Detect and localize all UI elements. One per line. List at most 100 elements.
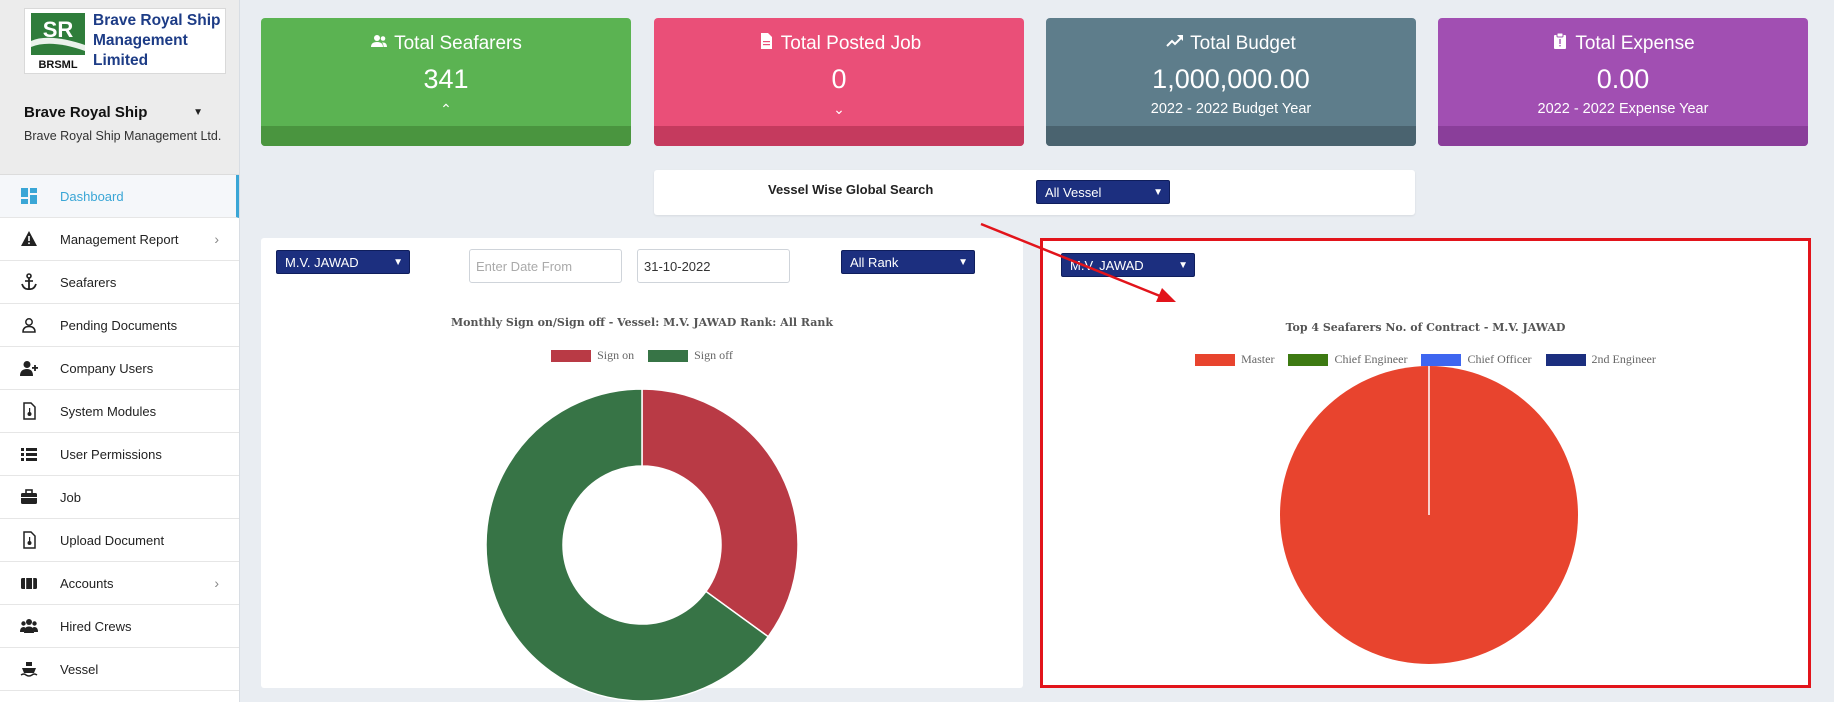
- user-organization: Brave Royal Ship Management Ltd.: [24, 129, 222, 143]
- legend-label: 2nd Engineer: [1591, 352, 1656, 366]
- chevron-right-icon: ›: [214, 575, 219, 591]
- sidebar-item-label: Job: [60, 489, 81, 505]
- anchor-icon: [18, 272, 40, 292]
- chart-title: Monthly Sign on/Sign off - Vessel: M.V. …: [450, 316, 834, 329]
- sidebar-item-label: Company Users: [60, 360, 154, 376]
- sidebar-item-vessel[interactable]: Vessel: [0, 648, 239, 691]
- sidebar-item-upload-document[interactable]: Upload Document: [0, 519, 239, 562]
- donut-slice-sign-on[interactable]: [641, 388, 799, 638]
- legend-item[interactable]: Chief Officer: [1421, 352, 1532, 367]
- sidebar-item-pending-documents[interactable]: Pending Documents: [0, 304, 239, 347]
- stat-card-title: Total Expense: [1575, 33, 1695, 54]
- legend-label: Sign on: [597, 348, 635, 362]
- legend-swatch: [1545, 353, 1586, 366]
- legend-label: Master: [1241, 352, 1275, 366]
- chevron-up-icon[interactable]: ⌃: [261, 101, 631, 118]
- sidebar-item-label: Seafarers: [60, 274, 117, 290]
- trend-up-icon: [1166, 32, 1184, 56]
- stat-card-total-posted-job[interactable]: Total Posted Job 0 ⌄: [654, 18, 1024, 146]
- stat-card-title: Total Posted Job: [780, 33, 922, 54]
- caret-down-icon[interactable]: ▼: [193, 107, 203, 118]
- legend-swatch: [1288, 353, 1329, 366]
- wallet-icon: [18, 573, 40, 593]
- stat-card-subtitle: 2022 - 2022 Budget Year: [1150, 101, 1312, 117]
- legend-swatch: [1195, 353, 1236, 366]
- document-icon: [757, 32, 775, 56]
- sidebar-item-hired-crews[interactable]: Hired Crews: [0, 605, 239, 648]
- date-from-input[interactable]: Enter Date From: [469, 249, 622, 283]
- brand-area: SR BRSML Brave Royal Ship Management Lim…: [0, 0, 239, 82]
- file-icon: [18, 401, 40, 421]
- chevron-down-icon: ▼: [1178, 260, 1188, 271]
- stat-card-footer: [654, 126, 1024, 146]
- chevron-down-icon[interactable]: ⌄: [654, 101, 1024, 118]
- stat-card-total-budget[interactable]: Total Budget 1,000,000.00 2022 - 2022 Budg…: [1046, 18, 1416, 146]
- sidebar-item-dashboard[interactable]: Dashboard: [0, 175, 239, 218]
- user-outline-icon: [18, 315, 40, 335]
- sidebar-item-label: Vessel: [60, 661, 99, 677]
- sidebar-item-label: Pending Documents: [60, 317, 178, 333]
- sidebar-item-label: User Permissions: [60, 446, 162, 462]
- chart-title: Top 4 Seafarers No. of Contract - M.V. J…: [1285, 321, 1566, 334]
- clipboard-icon: [1551, 32, 1569, 56]
- sidebar-item-system-modules[interactable]: System Modules: [0, 390, 239, 433]
- sidebar-item-user-permissions[interactable]: User Permissions: [0, 433, 239, 476]
- legend-swatch: [551, 349, 592, 362]
- rank-select-value: All Rank: [850, 255, 899, 270]
- sidebar-item-job[interactable]: Job: [0, 476, 239, 519]
- legend-swatch: [648, 349, 689, 362]
- sidebar-item-seafarers[interactable]: Seafarers: [0, 261, 239, 304]
- svg-text:BRSML: BRSML: [38, 59, 77, 71]
- legend-item[interactable]: Sign off: [648, 348, 733, 363]
- vessel-select[interactable]: All Vessel ▼: [1036, 180, 1170, 204]
- sidebar-item-label: Dashboard: [60, 188, 124, 204]
- right-vessel-select[interactable]: M.V. JAWAD ▼: [1061, 253, 1195, 277]
- legend-label: Sign off: [694, 348, 733, 362]
- user-block[interactable]: Brave Royal Ship ▼ Brave Royal Ship Mana…: [0, 82, 239, 175]
- stat-card-title-row: Total Expense: [1438, 32, 1808, 56]
- pie-chart: [1280, 366, 1578, 664]
- dashboard-icon: [18, 186, 40, 206]
- legend-label: Chief Engineer: [1334, 352, 1408, 366]
- sidebar-item-company-users[interactable]: Company Users: [0, 347, 239, 390]
- rank-select[interactable]: All Rank ▼: [841, 250, 975, 274]
- sidebar-item-label: Upload Document: [60, 532, 165, 548]
- stat-card-total-expense[interactable]: Total Expense 0.00 2022 - 2022 Expense Yea…: [1438, 18, 1808, 146]
- legend-item[interactable]: Sign on: [551, 348, 634, 363]
- legend-item[interactable]: 2nd Engineer: [1545, 352, 1656, 367]
- user-plus-icon: [18, 358, 40, 378]
- sidebar-item-accounts[interactable]: Accounts ›: [0, 562, 239, 605]
- chart-legend: Master Chief Engineer Chief Officer 2nd Eng…: [1043, 352, 1808, 367]
- sidebar-menu: Dashboard Management Report › Seafarers Pend…: [0, 175, 239, 691]
- stat-card-value: 0.00: [1596, 64, 1650, 94]
- vessel-search-label: Vessel Wise Global Search: [768, 182, 934, 197]
- left-vessel-select[interactable]: M.V. JAWAD ▼: [276, 250, 410, 274]
- sidebar-item-label: Hired Crews: [60, 618, 132, 634]
- stat-card-title: Total Budget: [1190, 33, 1296, 54]
- logo-text: Brave Royal Ship Management Limited: [93, 12, 221, 69]
- chevron-down-icon: ▼: [393, 257, 403, 268]
- stat-card-title-row: Total Posted Job: [654, 32, 1024, 56]
- chevron-down-icon: ▼: [1153, 187, 1163, 198]
- legend-item[interactable]: Master: [1195, 352, 1274, 367]
- left-vessel-select-value: M.V. JAWAD: [285, 255, 359, 270]
- top-seafarers-panel: M.V. JAWAD ▼ Top 4 Seafarers No. of Cont…: [1040, 238, 1811, 688]
- company-logo[interactable]: SR BRSML Brave Royal Ship Management Lim…: [24, 8, 226, 74]
- date-to-input[interactable]: 31-10-2022: [637, 249, 790, 283]
- legend-label: Chief Officer: [1467, 352, 1532, 366]
- list-icon: [18, 444, 40, 464]
- file-upload-icon: [18, 530, 40, 550]
- stat-card-footer: [261, 126, 631, 146]
- chart-legend: Sign on Sign off: [261, 348, 1023, 363]
- user-group-icon: [370, 32, 388, 56]
- stat-card-title-row: Total Seafarers: [261, 32, 631, 56]
- legend-item[interactable]: Chief Engineer: [1288, 352, 1407, 367]
- sidebar-item-label: Management Report: [60, 231, 179, 247]
- sidebar-item-label: Accounts: [60, 575, 114, 591]
- briefcase-icon: [18, 487, 40, 507]
- stat-card-total-seafarers[interactable]: Total Seafarers 341 ⌃: [261, 18, 631, 146]
- ship-icon: [18, 659, 40, 679]
- stat-card-value: 341: [423, 64, 469, 94]
- sidebar-item-management-report[interactable]: Management Report ›: [0, 218, 239, 261]
- sidebar: SR BRSML Brave Royal Ship Management Lim…: [0, 0, 240, 702]
